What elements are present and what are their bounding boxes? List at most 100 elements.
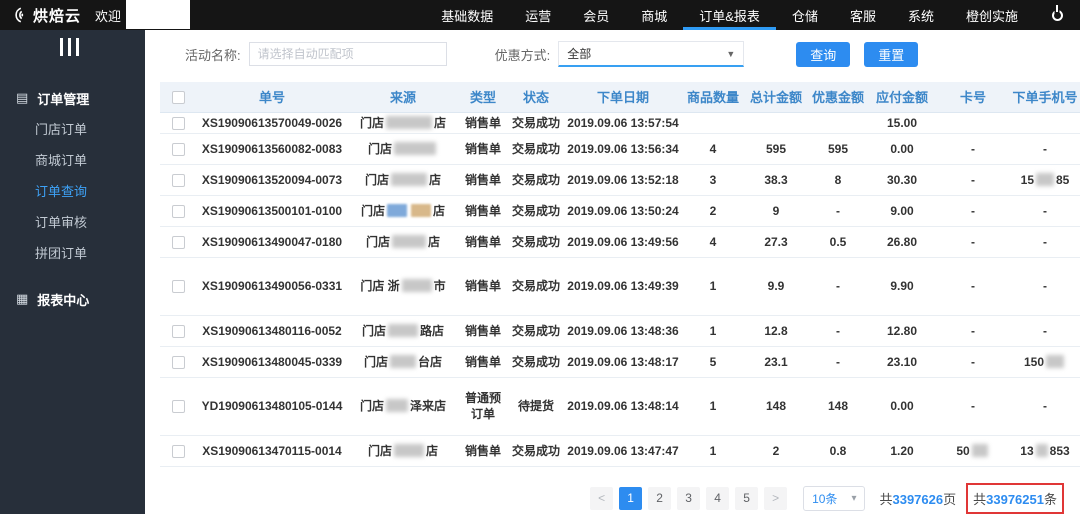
cell-phone: - [1010, 257, 1080, 316]
cell-qty: 3 [682, 164, 744, 196]
cell-card: - [936, 195, 1010, 227]
discount-method-select[interactable]: 全部 ▼ [558, 41, 745, 67]
cell-date: 2019.09.06 13:50:24 [564, 195, 682, 227]
cell-source: 门店店 [348, 112, 458, 134]
cell-date: 2019.09.06 13:47:47 [564, 435, 682, 467]
page-button-3[interactable]: 3 [677, 486, 701, 510]
sidebar-section-2[interactable]: ▦ 报表中心 [0, 283, 145, 315]
row-checkbox[interactable] [171, 280, 185, 294]
top-nav-item-4[interactable]: 商城 [625, 0, 683, 30]
top-nav-item-1[interactable]: 基础数据 [425, 0, 509, 30]
cell-order: XS19090613500101-0100 [196, 195, 348, 227]
top-nav-item-5[interactable]: 订单&报表 [683, 0, 776, 30]
table-row: XS19090613520094-0073 门店店销售单 交易成功 2019.09.0… [160, 164, 1080, 196]
activity-name-input[interactable] [248, 42, 447, 66]
cell-qty: 1 [682, 377, 744, 436]
cell-phone: - [1010, 226, 1080, 258]
topbar: 烘焙云 欢迎 基础数据 运营 会员 商城 订单&报表 仓储 客服 系统 橙创实施 [0, 0, 1080, 30]
row-checkbox[interactable] [171, 355, 185, 369]
sidebar-item-1-3[interactable]: 订单查询 [0, 176, 145, 207]
power-icon[interactable] [1042, 0, 1072, 30]
brand: 烘焙云 [10, 5, 81, 26]
power-tick [1056, 5, 1058, 12]
top-nav: 基础数据 运营 会员 商城 订单&报表 仓储 客服 系统 橙创实施 [425, 0, 1034, 30]
next-page-button[interactable]: > [764, 486, 788, 510]
row-checkbox[interactable] [171, 235, 185, 249]
top-nav-item-8[interactable]: 系统 [892, 0, 950, 30]
top-nav-item-6[interactable]: 仓储 [776, 0, 834, 30]
column-header: 下单手机号 [1010, 82, 1080, 113]
cell-type: 销售单 [458, 435, 508, 467]
sidebar-item-1-4[interactable]: 订单审核 [0, 207, 145, 238]
cell-total [744, 112, 808, 134]
table-row: XS19090613480116-0052 门店 路店 销售单 交易成功 2019.09.… [160, 315, 1080, 347]
cell-type: 销售单 [458, 195, 508, 227]
cell-status: 交易成功 [508, 435, 564, 467]
censor-blur [386, 115, 432, 129]
cell-card [936, 112, 1010, 134]
cell-card: - [936, 315, 1010, 347]
cell-qty: 5 [682, 346, 744, 378]
cell-date: 2019.09.06 13:48:17 [564, 346, 682, 378]
cell-payable: 30.30 [868, 164, 936, 196]
cell-phone: 15 85 [1010, 164, 1080, 196]
select-all-checkbox[interactable] [171, 91, 185, 105]
censor-blur [391, 172, 427, 186]
row-checkbox-cell [160, 257, 196, 316]
censor-blur [387, 203, 407, 217]
row-checkbox[interactable] [171, 173, 185, 187]
censor-blur [1046, 354, 1065, 368]
column-header: 卡号 [936, 82, 1010, 113]
page-button-5[interactable]: 5 [735, 486, 759, 510]
row-checkbox[interactable] [171, 142, 185, 156]
censor-blur [394, 141, 436, 155]
column-header: 应付金额 [868, 82, 936, 113]
top-nav-item-2[interactable]: 运营 [509, 0, 567, 30]
page-button-2[interactable]: 2 [648, 486, 672, 510]
cell-source: 门店店 [348, 164, 458, 196]
cell-status: 交易成功 [508, 112, 564, 134]
row-checkbox[interactable] [171, 324, 185, 338]
censor-blur [394, 443, 424, 457]
column-header: 商品数量 [682, 82, 744, 113]
cell-source: 门店 浙市 [348, 257, 458, 316]
cell-total: 9 [744, 195, 808, 227]
page-button-1[interactable]: 1 [619, 486, 643, 510]
row-checkbox[interactable] [171, 116, 185, 130]
pagination: <1 2 3 4 5 >10条 ▾ 共3397626页 共33976251条 [145, 482, 1064, 514]
sidebar-section-label: 报表中心 [37, 292, 90, 308]
row-checkbox-cell [160, 112, 196, 134]
row-checkbox[interactable] [171, 400, 185, 414]
sidebar-item-1-1[interactable]: 门店订单 [0, 114, 145, 145]
sidebar-section-1[interactable]: ▤ 订单管理 [0, 82, 145, 114]
search-button[interactable]: 查询 [796, 41, 851, 67]
cell-qty: 4 [682, 226, 744, 258]
orders-table: 单号 来源 类型 状态 下单日期 商品数量 总计金额 优惠金额 应付金额 卡号 下单手机号 XS19… [160, 82, 1080, 467]
page-button-4[interactable]: 4 [706, 486, 730, 510]
top-nav-item-7[interactable]: 客服 [834, 0, 892, 30]
prev-page-button[interactable]: < [590, 486, 614, 510]
top-nav-item-3[interactable]: 会员 [567, 0, 625, 30]
cell-order: XS19090613480045-0339 [196, 346, 348, 378]
censor-blur [1035, 443, 1048, 457]
row-checkbox[interactable] [171, 444, 185, 458]
app-window: 烘焙云 欢迎 基础数据 运营 会员 商城 订单&报表 仓储 客服 系统 橙创实施 ▤ 订单管理 门店… [0, 0, 1080, 514]
total-items: 共33976251条 [966, 482, 1064, 514]
censor-blur [971, 443, 988, 457]
top-nav-item-9[interactable]: 橙创实施 [950, 0, 1034, 30]
cell-order: YD19090613480105-0144 [196, 377, 348, 436]
censor-blur [401, 279, 432, 293]
cell-date: 2019.09.06 13:52:18 [564, 164, 682, 196]
cell-payable: 9.90 [868, 257, 936, 316]
cell-type: 销售单 [458, 346, 508, 378]
sidebar-item-1-2[interactable]: 商城订单 [0, 145, 145, 176]
cell-discount: - [808, 195, 868, 227]
row-checkbox[interactable] [171, 204, 185, 218]
chevron-down-icon: ▼ [726, 48, 736, 59]
cell-source: 门店店 [348, 195, 458, 227]
cell-card: - [936, 133, 1010, 165]
page-size-select[interactable]: 10条 ▾ [803, 485, 866, 511]
sidebar-item-1-5[interactable]: 拼团订单 [0, 238, 145, 269]
cell-card: - [936, 226, 1010, 258]
reset-button[interactable]: 重置 [864, 41, 919, 67]
